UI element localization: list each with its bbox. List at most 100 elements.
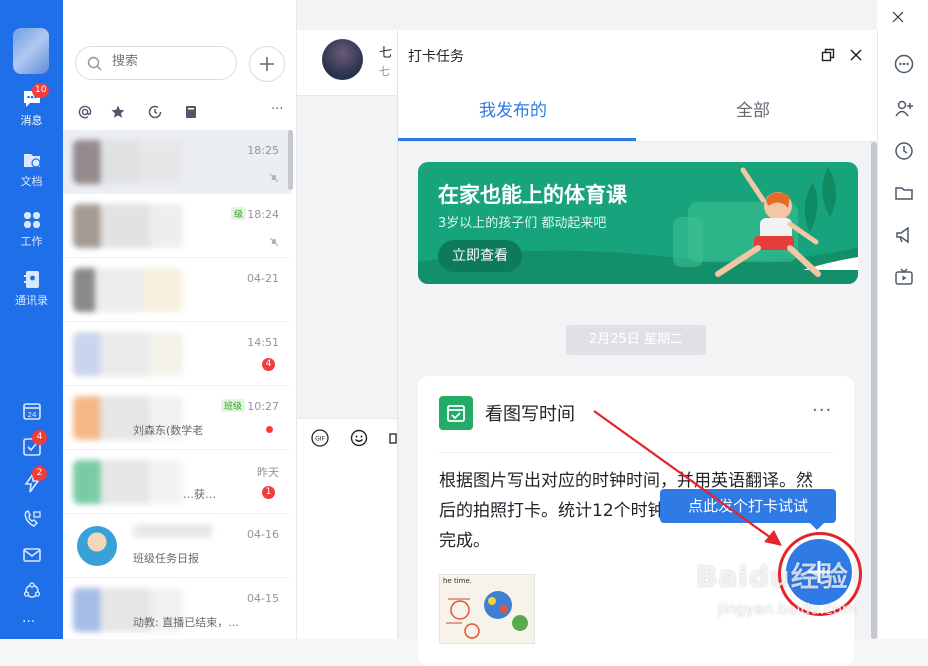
nav-item-messages[interactable]: 消息 10: [0, 83, 63, 128]
conversation-item[interactable]: 04-15 动教: 直播已结束，...: [63, 578, 291, 642]
star-icon[interactable]: [110, 104, 126, 124]
add-member-icon[interactable]: [894, 98, 914, 122]
conversation-item[interactable]: 昨天 …获… 1: [63, 450, 291, 514]
apps-icon[interactable]: [21, 580, 43, 606]
video-call-icon[interactable]: [21, 508, 43, 534]
nav-item-workbench[interactable]: 工作: [0, 209, 63, 249]
at-icon[interactable]: [77, 104, 93, 124]
workbench-icon: [23, 212, 40, 228]
conversation-time: 昨天: [257, 466, 279, 479]
date-divider: 2月25日 星期二: [566, 325, 706, 355]
cut-icon[interactable]: [389, 429, 397, 451]
tab-my-published[interactable]: 我发布的: [479, 96, 547, 121]
live-icon[interactable]: [894, 267, 914, 291]
promo-banner[interactable]: 在家也能上的体育课 3岁以上的孩子们 都动起来吧 立即查看: [418, 162, 858, 284]
chat-subtitle: 七: [379, 65, 390, 78]
conversation-item[interactable]: 级 18:24: [63, 194, 291, 258]
class-tag: 班级: [221, 399, 246, 412]
nav-label: 文档: [20, 175, 43, 188]
clock-icon[interactable]: [147, 104, 163, 124]
conversation-snippet: 班级任务日报: [133, 552, 199, 565]
search-icon: [87, 56, 102, 75]
view-now-button[interactable]: 立即查看: [438, 240, 522, 272]
conversation-time: 10:27: [247, 400, 279, 413]
chat-input-toolbar: GIF: [297, 418, 397, 639]
nav-label: 消息: [20, 114, 43, 127]
conversation-time: 14:51: [247, 336, 279, 349]
worksheet-image: [446, 591, 528, 639]
conversation-snippet: 动教: 直播已结束，...: [133, 616, 239, 629]
class-tag: 级: [231, 207, 247, 220]
conversation-item[interactable]: 04-21: [63, 258, 291, 322]
conversation-item[interactable]: 04-16 班级任务日报: [63, 514, 291, 578]
watermark-url: jingyan.baidu.com: [718, 600, 857, 618]
mute-icon: [269, 232, 279, 251]
plus-icon: [260, 57, 274, 71]
unread-badge: 10: [32, 83, 50, 98]
redacted-content: [133, 524, 213, 538]
conversation-item[interactable]: 班级 10:27 刘森东(数学老: [63, 386, 291, 450]
announcement-icon[interactable]: [894, 225, 914, 249]
chat-header: 七 七: [297, 30, 397, 96]
conversation-time: 18:25: [247, 144, 279, 157]
more-icon[interactable]: ···: [22, 614, 35, 630]
history-icon[interactable]: [894, 141, 914, 165]
task-more-button[interactable]: ···: [812, 400, 832, 421]
add-button[interactable]: [249, 46, 285, 82]
filter-row: ···: [63, 102, 297, 126]
nav-item-documents[interactable]: 文档: [0, 149, 63, 189]
task-tabs: 我发布的 全部: [398, 80, 878, 142]
nav-rail: 消息 10 文档 工作 通讯录 24 4 2 ···: [0, 0, 63, 639]
mail-icon[interactable]: [21, 544, 43, 570]
unread-badge: 1: [262, 486, 275, 499]
unread-dot: [266, 426, 273, 433]
tab-all[interactable]: 全部: [736, 96, 770, 121]
calendar-date: 24: [28, 411, 37, 419]
search-input[interactable]: [112, 54, 222, 69]
conversation-time: 18:24: [247, 208, 279, 221]
search-box[interactable]: [75, 46, 237, 80]
close-icon[interactable]: [849, 47, 863, 66]
redacted-content: [73, 268, 183, 312]
close-window-icon[interactable]: [892, 8, 904, 27]
redacted-content: [73, 204, 183, 248]
nav-item-contacts[interactable]: 通讯录: [0, 268, 63, 308]
banner-title: 在家也能上的体育课: [438, 183, 627, 207]
right-toolbar: [877, 30, 928, 639]
conversation-panel: ··· 18:25 级 18:24 04-21 14:51 4 班级 10:27…: [63, 0, 297, 642]
redacted-content: [73, 460, 183, 504]
task-panel-header: 打卡任务: [398, 30, 878, 80]
chat-name: 七: [379, 46, 393, 61]
conversation-snippet: 刘森东(数学老: [133, 424, 204, 437]
avatar: [77, 526, 117, 566]
task-panel-title: 打卡任务: [408, 49, 464, 65]
mute-icon: [269, 168, 279, 187]
redacted-content: [73, 140, 183, 184]
filter-more-icon[interactable]: ···: [271, 102, 283, 117]
banner-subtitle: 3岁以上的孩子们 都动起来吧: [438, 216, 607, 231]
conversation-time: 04-15: [247, 592, 279, 605]
more-icon[interactable]: [894, 54, 914, 78]
chat-avatar[interactable]: [322, 39, 363, 80]
document-icon: [23, 154, 41, 168]
watermark: Baidu经验: [696, 560, 849, 593]
conversation-snippet: …获…: [183, 488, 216, 501]
calendar-check-icon: [439, 396, 473, 430]
unread-badge: 4: [262, 358, 275, 371]
lightning-badge: 2: [32, 466, 47, 481]
conversation-list: 18:25 级 18:24 04-21 14:51 4 班级 10:27 刘森东…: [63, 130, 291, 642]
nav-label: 通讯录: [15, 294, 48, 307]
archive-icon[interactable]: [183, 104, 199, 124]
task-image-thumbnail[interactable]: he time.: [439, 574, 535, 644]
folder-icon[interactable]: [894, 183, 914, 207]
conversation-item[interactable]: 14:51 4: [63, 322, 291, 386]
popout-icon[interactable]: [821, 47, 835, 66]
conversation-scrollbar[interactable]: [288, 130, 293, 190]
conversation-time: 04-21: [247, 272, 279, 285]
todo-badge: 4: [32, 430, 47, 445]
conversation-item[interactable]: 18:25: [63, 130, 291, 194]
user-avatar[interactable]: [13, 28, 49, 74]
calendar-icon[interactable]: 24: [21, 400, 43, 426]
gif-icon[interactable]: GIF: [311, 429, 329, 451]
emoji-icon[interactable]: [350, 429, 368, 451]
